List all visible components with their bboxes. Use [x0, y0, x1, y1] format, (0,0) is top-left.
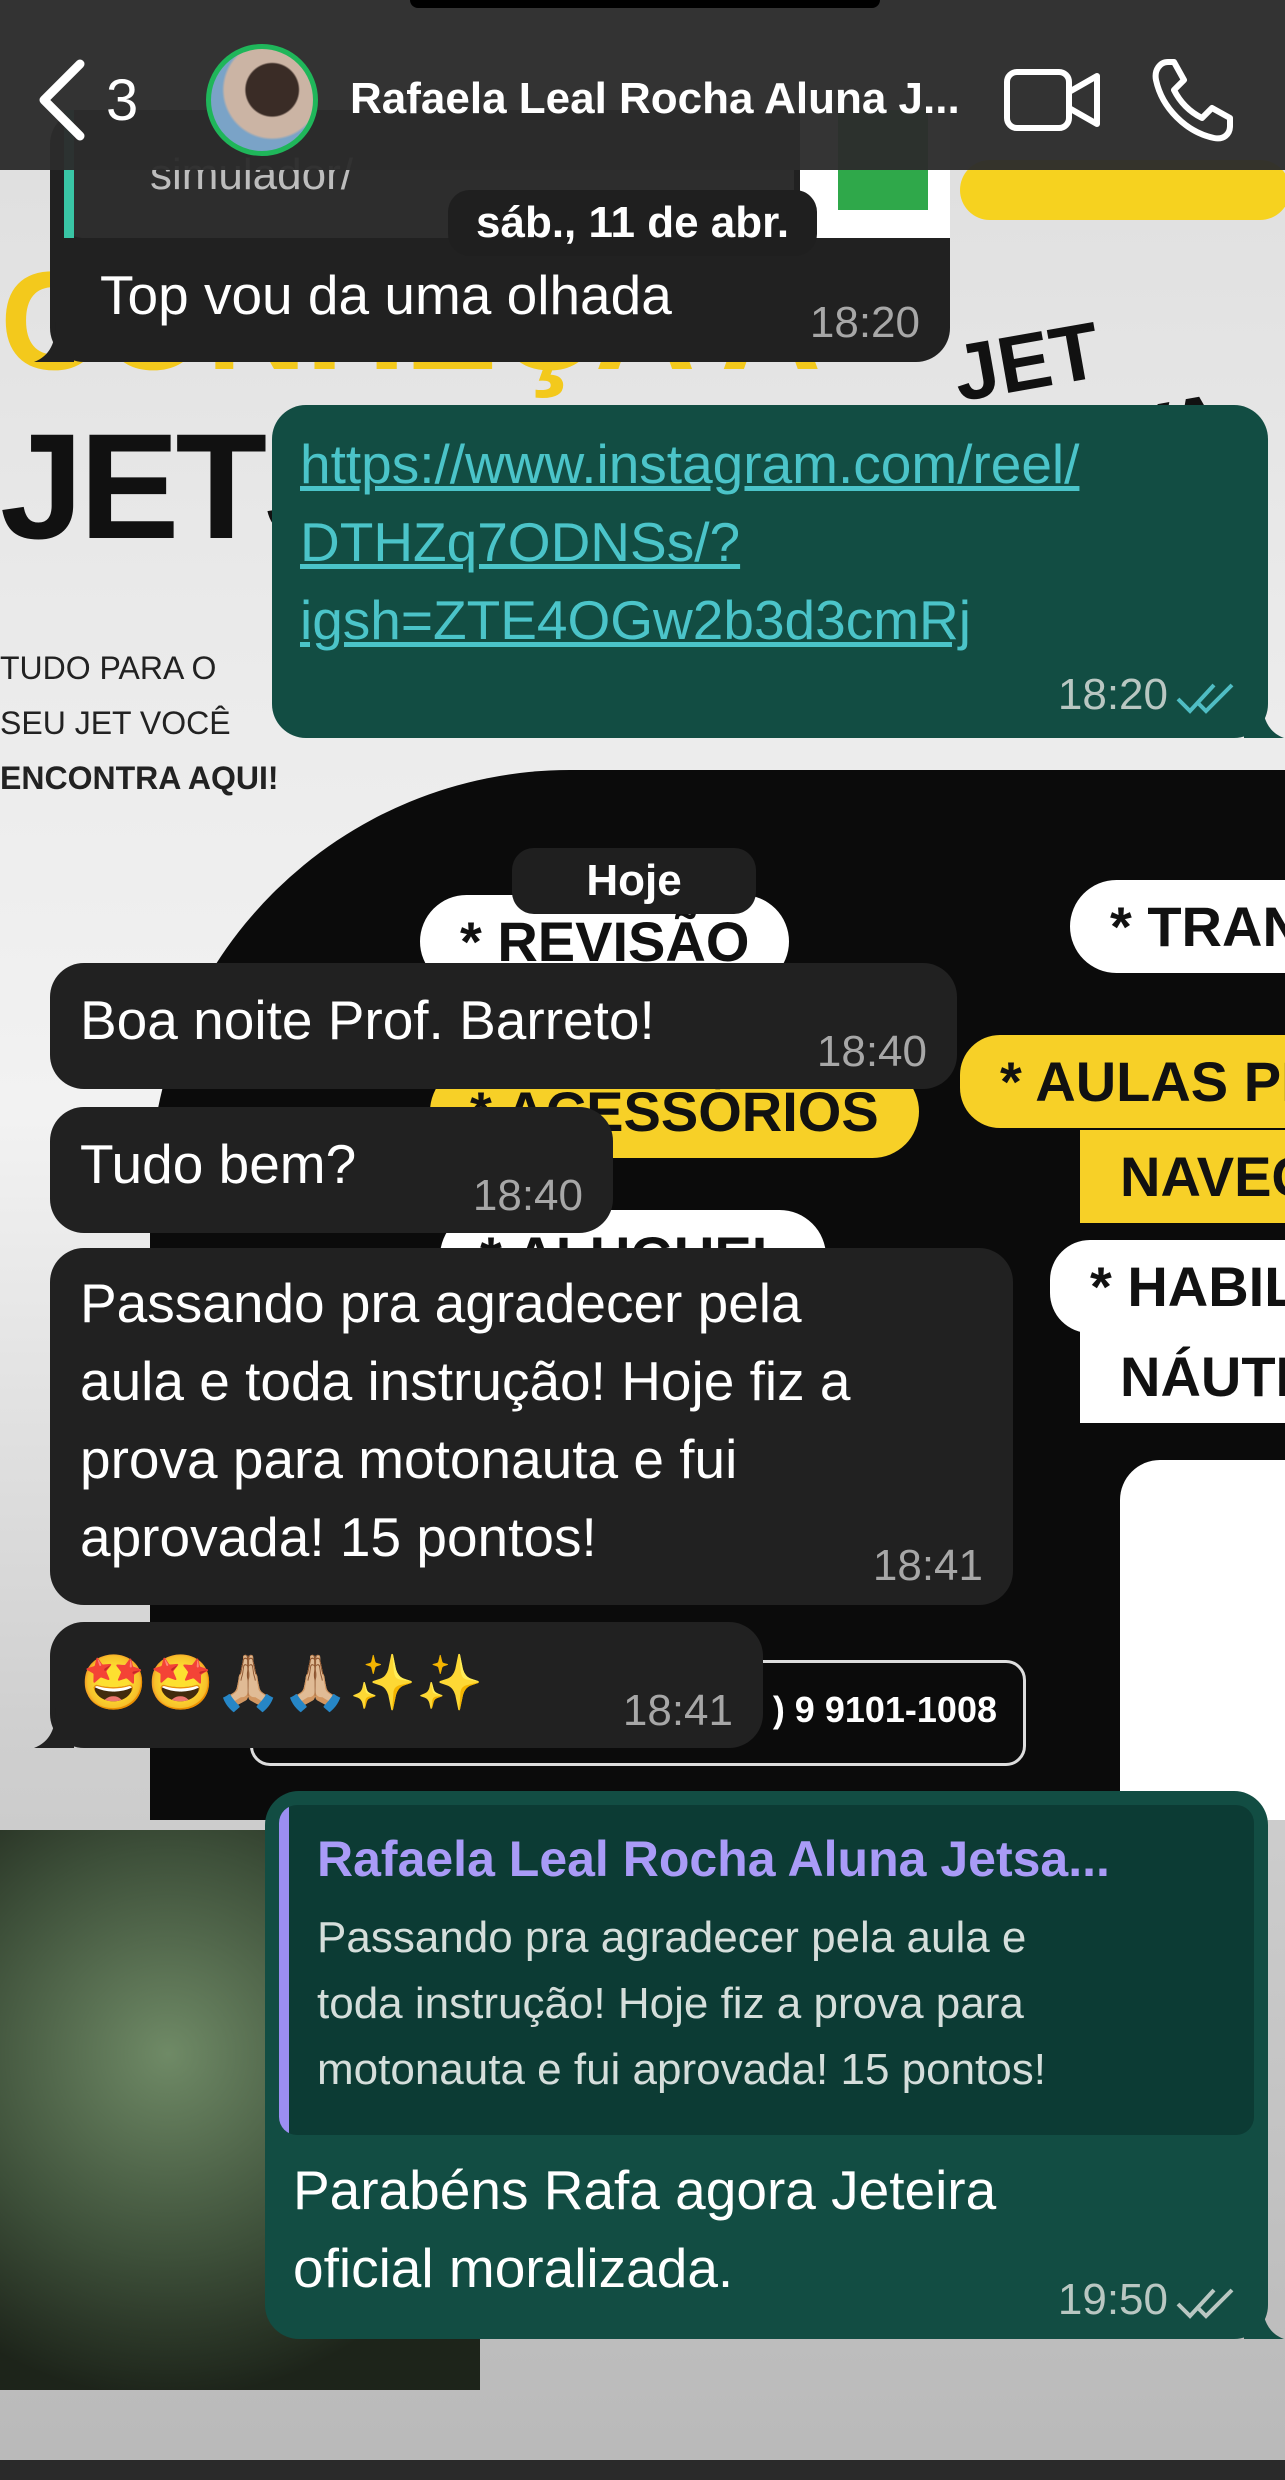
bubble-tail — [1244, 698, 1284, 738]
message-time: 18:41 — [622, 1686, 733, 1735]
wallpaper-pill-8: NÁUTIC — [1080, 1330, 1285, 1423]
screen-notch — [410, 0, 880, 8]
video-camera-icon[interactable] — [1003, 60, 1103, 140]
wallpaper-tagline-1: TUDO PARA O — [0, 650, 217, 686]
quoted-message[interactable]: Rafaela Leal Rocha Aluna Jetsa... Passan… — [279, 1805, 1254, 2135]
message-incoming[interactable]: 🤩🤩🙏🏼🙏🏼✨✨ 18:41 — [34, 1622, 763, 1748]
wallpaper-phone-number: ) 9 9101-1008 — [772, 1689, 997, 1730]
message-text: Top vou da uma olhada — [100, 264, 672, 326]
unread-count: 3 — [106, 67, 139, 133]
message-incoming[interactable]: Passando pra agradecer pela aula e toda … — [50, 1248, 1013, 1605]
bubble-tail — [34, 322, 74, 362]
message-text: Passando pra agradecer pela aula e toda … — [80, 1272, 851, 1568]
chat-header: 3 Rafaela Leal Rocha Aluna J... — [0, 0, 1285, 170]
avatar[interactable] — [206, 44, 318, 156]
message-time: 18:20 — [809, 298, 920, 347]
bubble-tail — [1244, 2299, 1284, 2339]
date-divider: sáb., 11 de abr. — [448, 190, 818, 256]
message-meta: 18:20 — [1058, 670, 1238, 720]
wallpaper-tagline-2: SEU JET VOCÊ — [0, 705, 231, 741]
message-time: 19:50 — [1057, 2275, 1168, 2324]
message-time: 18:40 — [472, 1171, 583, 1220]
wallpaper-pill-7: * HABIL — [1050, 1240, 1285, 1333]
message-time: 18:20 — [1057, 670, 1168, 719]
message-outgoing-reply[interactable]: Rafaela Leal Rocha Aluna Jetsa... Passan… — [265, 1791, 1284, 2339]
quote-text: Passando pra agradecer pela aula e toda … — [317, 1913, 1046, 2094]
bubble-tail — [34, 1708, 74, 1748]
back-button[interactable]: 3 — [36, 58, 166, 142]
contact-name[interactable]: Rafaela Leal Rocha Aluna J... — [350, 74, 970, 124]
chevron-left-icon — [39, 59, 85, 141]
double-check-icon — [1176, 2288, 1234, 2320]
message-meta: 19:50 — [1058, 2275, 1238, 2325]
message-link[interactable]: https://www.instagram.com/reel/ DTHZq7OD… — [300, 425, 1238, 659]
message-text: Boa noite Prof. Barreto! — [80, 989, 655, 1051]
message-time: 18:41 — [872, 1541, 983, 1590]
quote-author: Rafaela Leal Rocha Aluna Jetsa... — [317, 1831, 1110, 1887]
wallpaper-pill-5: NAVEGA — [1080, 1130, 1285, 1223]
message-incoming[interactable]: Tudo bem? 18:40 — [50, 1107, 613, 1233]
phone-icon[interactable] — [1150, 56, 1234, 144]
double-check-icon — [1176, 683, 1234, 715]
wallpaper-pill-4: * AULAS PRA — [960, 1035, 1285, 1128]
quote-accent-bar — [279, 1805, 289, 2135]
message-incoming[interactable]: Boa noite Prof. Barreto! 18:40 — [50, 963, 957, 1089]
wallpaper-white-box — [1120, 1460, 1285, 1820]
bottom-edge — [0, 2460, 1285, 2480]
wallpaper-tagline-3: ENCONTRA AQUI! — [0, 760, 279, 796]
date-divider-today: Hoje — [512, 848, 756, 914]
message-time: 18:40 — [816, 1027, 927, 1076]
message-outgoing[interactable]: https://www.instagram.com/reel/ DTHZq7OD… — [272, 405, 1284, 738]
wallpaper-pill-2: * TRAN — [1070, 880, 1285, 973]
